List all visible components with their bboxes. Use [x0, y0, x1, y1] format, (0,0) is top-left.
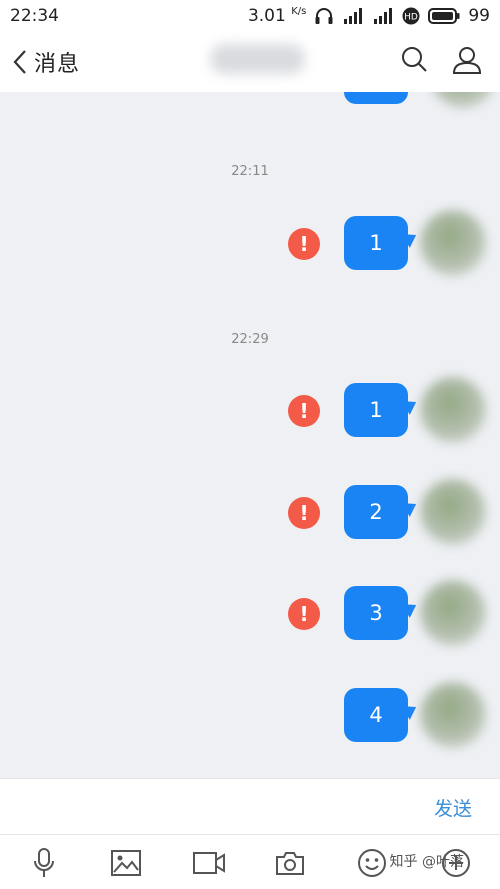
- timestamp-separator: 22:11: [231, 164, 269, 179]
- back-label: 消息: [34, 52, 81, 77]
- message-bubble[interactable]: 2: [344, 485, 408, 539]
- avatar: [420, 210, 486, 276]
- network-speed: 3.01 K/s: [247, 6, 307, 26]
- chat-header: 消息: [0, 32, 500, 92]
- message-bubble[interactable]: 3: [344, 586, 408, 640]
- message-list[interactable]: 22:11 ! 1 22:29 ! 1 ! 2 ! 3 4: [0, 92, 500, 778]
- message-bubble[interactable]: 1: [344, 383, 408, 437]
- message-bubble[interactable]: 4: [344, 688, 408, 742]
- send-failed-icon[interactable]: !: [288, 598, 320, 630]
- message-bubble[interactable]: 1: [344, 216, 408, 270]
- message-input-bar[interactable]: 发送: [0, 778, 500, 834]
- chevron-left-icon: [13, 50, 26, 74]
- hd-icon: HD: [402, 7, 420, 25]
- status-bar: 22:34 3.01 K/s HD 99: [0, 0, 500, 32]
- battery-icon: [428, 8, 460, 24]
- signal-4g-icon: [342, 7, 364, 25]
- timestamp-separator: 22:29: [231, 332, 269, 347]
- avatar: [420, 377, 486, 443]
- camera-icon[interactable]: [274, 847, 306, 879]
- send-failed-icon[interactable]: !: [288, 395, 320, 427]
- status-time: 22:34: [10, 6, 59, 26]
- avatar: [420, 479, 486, 545]
- microphone-icon[interactable]: [28, 847, 60, 879]
- search-icon[interactable]: [400, 45, 428, 79]
- headset-icon: [314, 7, 334, 25]
- send-failed-icon[interactable]: !: [288, 228, 320, 260]
- profile-icon[interactable]: [452, 45, 482, 79]
- send-failed-icon[interactable]: !: [288, 497, 320, 529]
- avatar: [420, 580, 486, 646]
- avatar: [430, 92, 496, 108]
- video-icon[interactable]: [193, 847, 225, 879]
- contact-name-blurred: [210, 44, 305, 74]
- avatar: [420, 682, 486, 748]
- emoji-icon[interactable]: [356, 847, 388, 879]
- message-bubble-partial[interactable]: [344, 92, 408, 104]
- watermark: 知乎 @叶落: [389, 854, 464, 870]
- battery-level: 99: [468, 6, 490, 26]
- svg-text:HD: HD: [405, 13, 419, 23]
- back-button[interactable]: 消息: [12, 46, 80, 78]
- send-button[interactable]: 发送: [434, 794, 472, 821]
- input-toolbar: 知乎 @叶落: [0, 834, 500, 889]
- signal-icon: [372, 7, 394, 25]
- image-icon[interactable]: [110, 847, 142, 879]
